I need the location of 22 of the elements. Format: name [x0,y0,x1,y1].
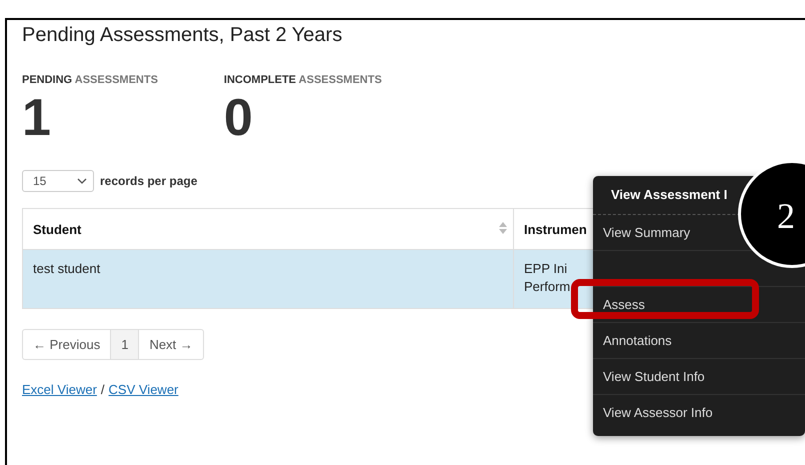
page-button[interactable]: 1 [110,330,138,359]
page-size-select[interactable]: 15 [22,170,94,192]
separator: / [100,382,105,397]
menu-item[interactable]: Annotations [603,323,672,358]
stat-label: INCOMPLETE ASSESSMENTS [224,74,382,86]
menu-header[interactable]: View Assessment I [611,176,728,214]
menu-item[interactable]: View Summary [603,215,690,250]
stat-value: 0 [224,88,254,148]
menu-item[interactable]: View Student Info [603,359,705,394]
menu-item[interactable]: View Assessor Info [603,395,713,430]
stat-value: 1 [22,88,52,148]
sort-icon[interactable] [499,222,507,234]
table-cell: test student [22,250,514,308]
next-button[interactable]: Next → [138,330,203,359]
export-link[interactable]: Excel Viewer [22,382,97,397]
previous-button[interactable]: ← Previous [23,330,110,359]
page-title: Pending Assessments, Past 2 Years [22,23,344,48]
column-header[interactable]: Student [22,208,514,250]
stat-label: PENDING ASSESSMENTS [22,74,158,86]
export-link[interactable]: CSV Viewer [108,382,178,397]
chevron-down-icon [77,178,87,184]
records-per-page-label: records per page [100,174,198,188]
